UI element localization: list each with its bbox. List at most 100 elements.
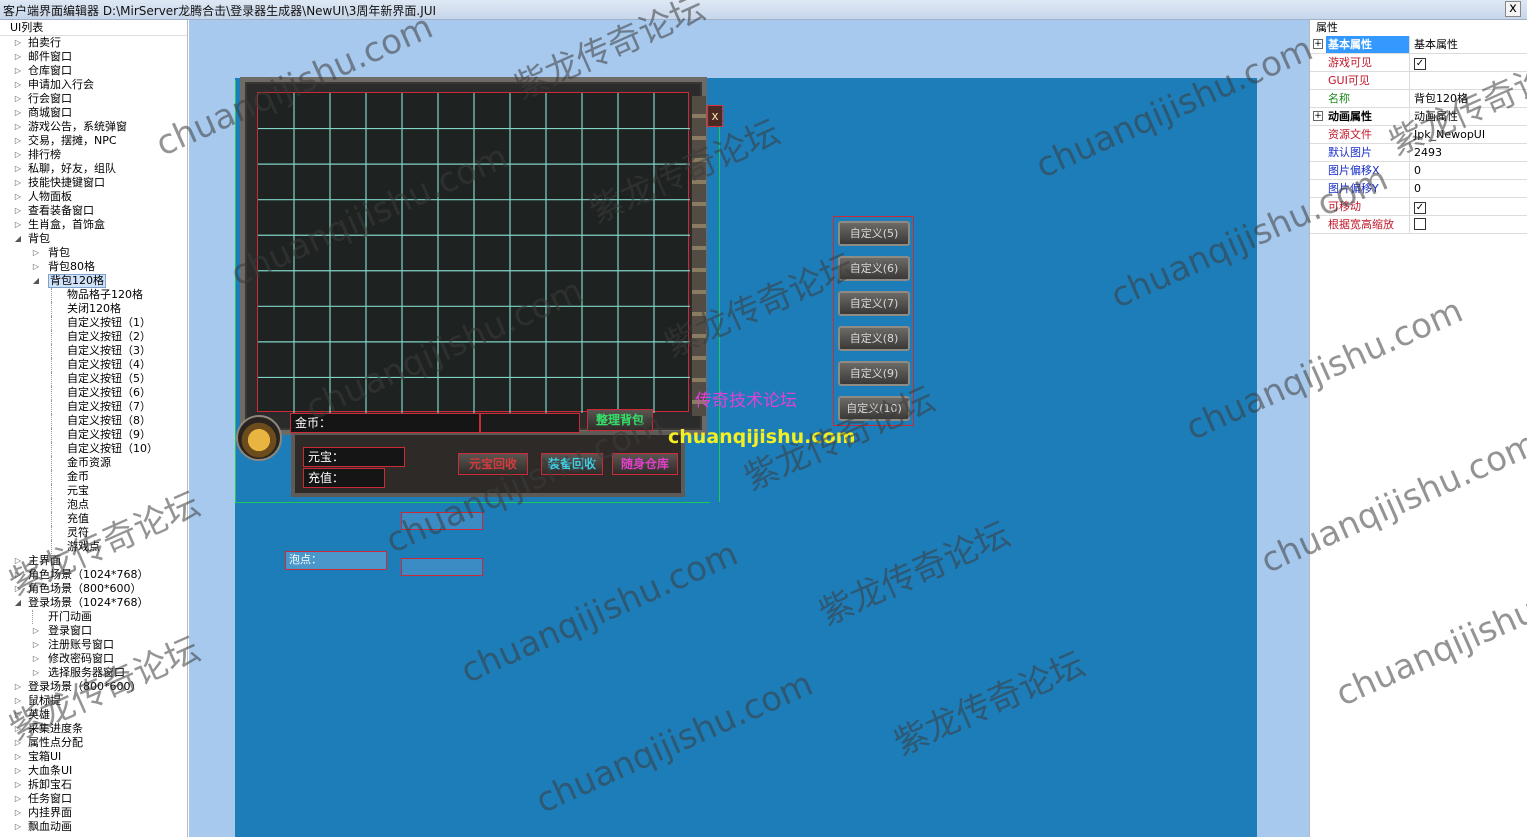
- tree-item[interactable]: 泡点: [0, 498, 187, 512]
- tree-item[interactable]: ▷ 排行榜: [0, 148, 187, 162]
- tree-item[interactable]: ▷ 背包: [0, 246, 187, 260]
- tree-item[interactable]: ▷ 交易，摆摊，NPC: [0, 134, 187, 148]
- tree-item[interactable]: ▷ 内挂界面: [0, 806, 187, 820]
- tree-item[interactable]: 金币资源: [0, 456, 187, 470]
- tree-item[interactable]: 自定义按钮（8）: [0, 414, 187, 428]
- tree-item[interactable]: ▷ 拆卸宝石: [0, 778, 187, 792]
- tree-expander-icon[interactable]: ▷: [14, 92, 22, 106]
- tree-expander-icon[interactable]: ▷: [14, 176, 22, 190]
- tree-expander-icon[interactable]: ▷: [14, 736, 22, 750]
- tree-expander-icon[interactable]: ◢: [14, 596, 22, 610]
- tree-item[interactable]: 自定义按钮（2）: [0, 330, 187, 344]
- tree-item[interactable]: ▷ 鼠标提: [0, 694, 187, 708]
- tree-expander-icon[interactable]: ▷: [14, 722, 22, 736]
- property-row[interactable]: GUI可见: [1310, 72, 1527, 90]
- tree-item[interactable]: 充值: [0, 512, 187, 526]
- game-point-field[interactable]: [401, 558, 483, 576]
- property-checkbox[interactable]: ✓: [1412, 198, 1522, 215]
- portable-storage-button[interactable]: 随身仓库: [612, 453, 678, 475]
- property-panel[interactable]: 属性 + 基本属性 基本属性 游戏可见 ✓ GUI可见 名称 背包120格 + 动画属性 动画属性资…: [1309, 20, 1527, 837]
- tree-item[interactable]: ▷ 角色场景（1024*768）: [0, 568, 187, 582]
- custom-button-7[interactable]: 自定义(7): [838, 291, 910, 316]
- tree-expander-icon[interactable]: ▷: [32, 638, 40, 652]
- title-bar[interactable]: 客户端界面编辑器 D:\MirServer龙腾合击\登录器生成器\NewUI\3…: [0, 0, 1527, 20]
- property-row[interactable]: 默认图片 2493: [1310, 144, 1527, 162]
- tree-expander-icon[interactable]: ▷: [14, 554, 22, 568]
- tree-expander-icon[interactable]: ▷: [14, 778, 22, 792]
- tree-item[interactable]: ▷ 人物面板: [0, 190, 187, 204]
- design-canvas[interactable]: x 金币： 元宝： 充值： 整理背包 元宝回收 装备回收 随身仓库 泡点： 自定…: [189, 20, 1309, 837]
- tree-item[interactable]: ▷ 登录场景（800*600）: [0, 680, 187, 694]
- tree-item[interactable]: 自定义按钮（5）: [0, 372, 187, 386]
- tree-item[interactable]: ▷ 拍卖行: [0, 36, 187, 50]
- tree-item[interactable]: ▷ 背包80格: [0, 260, 187, 274]
- item-grid-120[interactable]: [257, 92, 690, 413]
- property-row[interactable]: 图片偏移Y 0: [1310, 180, 1527, 198]
- property-value[interactable]: 基本属性: [1412, 36, 1522, 53]
- tree-expander-icon[interactable]: ▷: [32, 624, 40, 638]
- tree-item[interactable]: ▷ 大血条UI: [0, 764, 187, 778]
- tree-item[interactable]: ◢ 登录场景（1024*768）: [0, 596, 187, 610]
- property-checkbox[interactable]: ✓: [1412, 54, 1522, 71]
- custom-button-8[interactable]: 自定义(8): [838, 326, 910, 351]
- property-value[interactable]: 动画属性: [1412, 108, 1522, 125]
- tree-item[interactable]: 自定义按钮（9）: [0, 428, 187, 442]
- equipment-recycle-button[interactable]: 装备回收: [541, 453, 603, 475]
- tree-item[interactable]: ▷ 任务窗口: [0, 792, 187, 806]
- tree-item[interactable]: ▷ 查看装备窗口: [0, 204, 187, 218]
- tree-expander-icon[interactable]: ▷: [14, 582, 22, 596]
- tree-expander-icon[interactable]: ▷: [14, 218, 22, 232]
- tree-expander-icon[interactable]: ▷: [14, 764, 22, 778]
- property-value[interactable]: [1412, 72, 1522, 89]
- bag-window-120[interactable]: x 金币： 元宝： 充值： 整理背包 元宝回收 装备回收 随身仓库: [236, 77, 723, 502]
- tree-item[interactable]: ◢ 背包: [0, 232, 187, 246]
- property-value[interactable]: Jpk_NewopUI: [1412, 126, 1522, 143]
- tree-expander-icon[interactable]: ▷: [14, 134, 22, 148]
- expand-plus-icon[interactable]: +: [1313, 111, 1323, 121]
- tree-expander-icon[interactable]: ▷: [14, 148, 22, 162]
- tree-item[interactable]: ▷ 私聊，好友，组队: [0, 162, 187, 176]
- property-row[interactable]: 游戏可见 ✓: [1310, 54, 1527, 72]
- paodian-field[interactable]: 泡点：: [285, 551, 387, 570]
- tree-item[interactable]: 物品格子120格: [0, 288, 187, 302]
- tree-expander-icon[interactable]: ▷: [14, 106, 22, 120]
- gold-field[interactable]: 金币：: [290, 413, 480, 433]
- tree-item[interactable]: ▷ 飘血动画: [0, 820, 187, 834]
- tree-item[interactable]: ▷ 宝箱UI: [0, 750, 187, 764]
- tree-item[interactable]: ▷ 商城窗口: [0, 106, 187, 120]
- tree-item[interactable]: 自定义按钮（1）: [0, 316, 187, 330]
- yuanbao-field[interactable]: 元宝：: [303, 447, 405, 467]
- tree-item[interactable]: ▷ 行会窗口: [0, 92, 187, 106]
- expand-plus-icon[interactable]: +: [1313, 39, 1323, 49]
- tree-item[interactable]: ▷ 修改密码窗口: [0, 652, 187, 666]
- tree-item[interactable]: ▷ 仓库窗口: [0, 64, 187, 78]
- tree-expander-icon[interactable]: ▷: [14, 190, 22, 204]
- tree-item[interactable]: ▷ 邮件窗口: [0, 50, 187, 64]
- tree-expander-icon[interactable]: ▷: [14, 680, 22, 694]
- property-row[interactable]: + 基本属性 基本属性: [1310, 36, 1527, 54]
- tree-item[interactable]: ▷ 生肖盒，首饰盒: [0, 218, 187, 232]
- tree-item[interactable]: 自定义按钮（7）: [0, 400, 187, 414]
- tree-item[interactable]: 金币: [0, 470, 187, 484]
- unchecked-checkbox-icon[interactable]: [1414, 218, 1426, 230]
- property-row[interactable]: 根据宽高缩放: [1310, 216, 1527, 234]
- property-row[interactable]: 可移动 ✓: [1310, 198, 1527, 216]
- tree-expander-icon[interactable]: ◢: [14, 232, 22, 246]
- yuanbao-recycle-button[interactable]: 元宝回收: [458, 453, 528, 475]
- tree-expander-icon[interactable]: ▷: [14, 162, 22, 176]
- tree-expander-icon[interactable]: ▷: [14, 36, 22, 50]
- ui-list-tree[interactable]: UI列表 ▷ 拍卖行 ▷ 邮件窗口 ▷ 仓库窗口 ▷ 申请加入行会 ▷ 行会窗口 ▷ 商城窗口 ▷ 游戏公…: [0, 20, 188, 837]
- property-value[interactable]: 背包120格: [1412, 90, 1522, 107]
- property-value[interactable]: 0: [1412, 180, 1522, 197]
- property-row[interactable]: 图片偏移X 0: [1310, 162, 1527, 180]
- lingfu-field[interactable]: [401, 512, 483, 530]
- tree-expander-icon[interactable]: ▷: [14, 694, 22, 708]
- tree-expander-icon[interactable]: ▷: [32, 666, 40, 680]
- custom-button-10[interactable]: 自定义(10): [838, 396, 910, 421]
- tree-expander-icon[interactable]: ▷: [32, 246, 40, 260]
- tree-item[interactable]: ▷ 主界面: [0, 554, 187, 568]
- tree-item[interactable]: ▷ 角色场景（800*600）: [0, 582, 187, 596]
- tree-expander-icon[interactable]: ▷: [14, 78, 22, 92]
- chongzhi-field[interactable]: 充值：: [303, 468, 385, 488]
- custom-button-5[interactable]: 自定义(5): [838, 221, 910, 246]
